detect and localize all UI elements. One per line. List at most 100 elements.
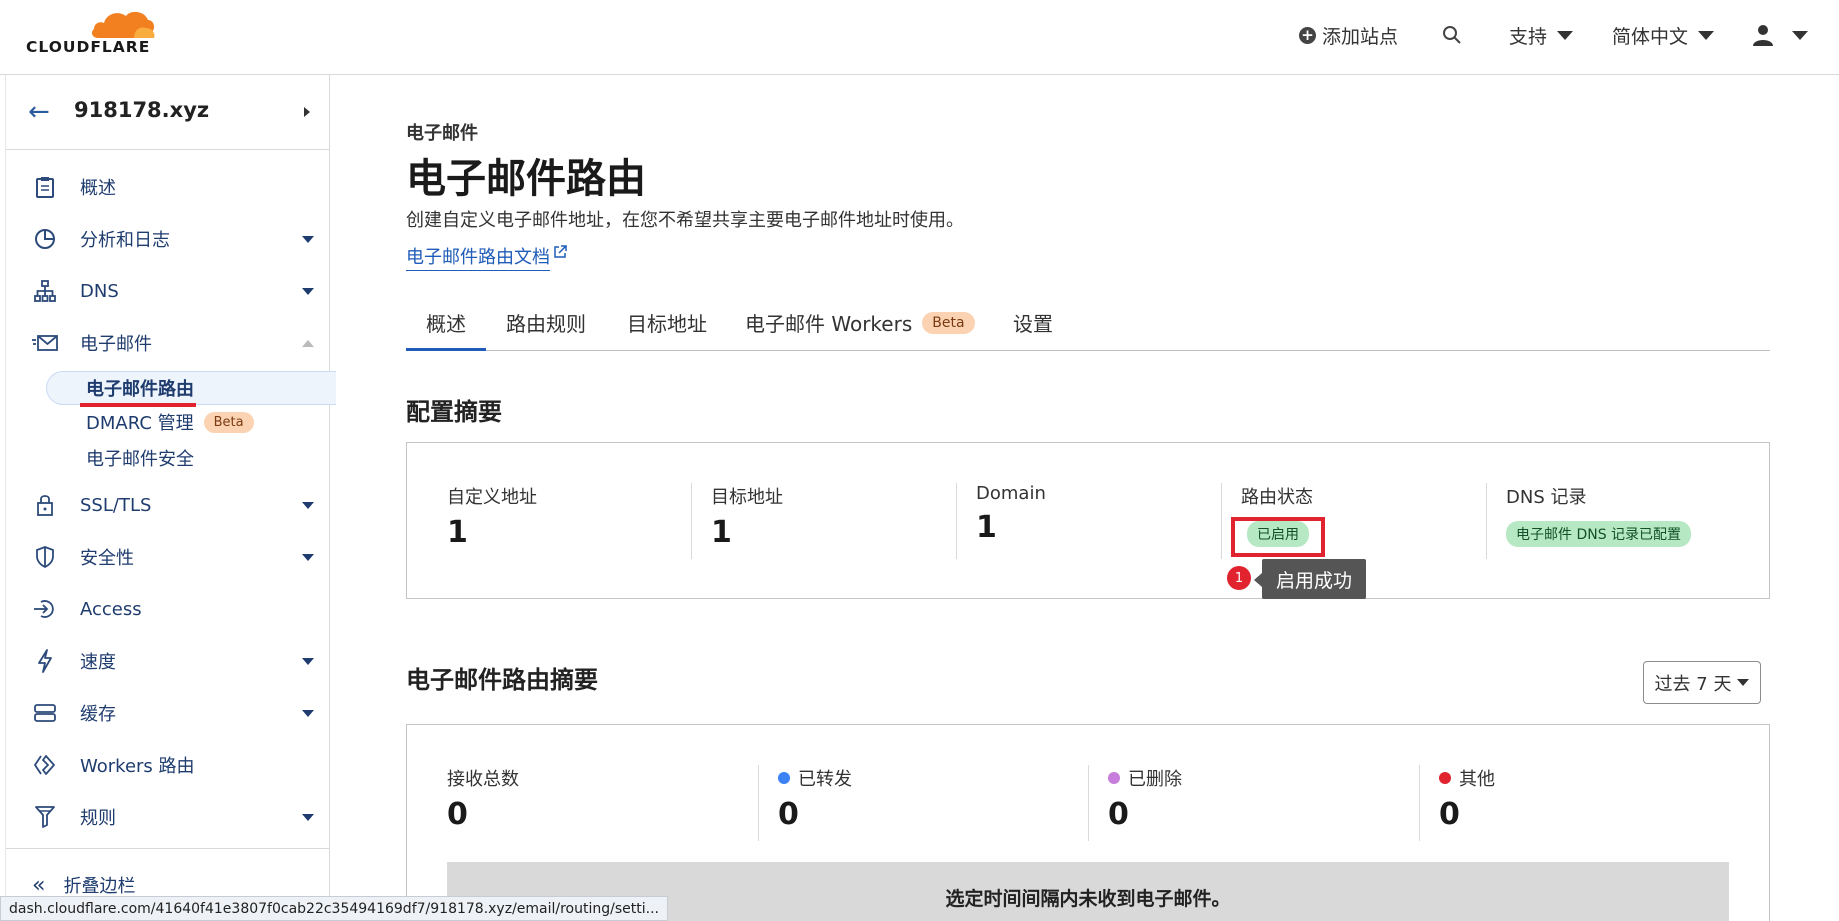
docs-link[interactable]: 电子邮件路由文档 (406, 243, 550, 271)
routing-summary-card: 接收总数 0 已转发 0 已删除 0 其他 0 选定时间间隔内未收到电子邮件。 (406, 724, 1770, 921)
stat-label-text: 已删除 (1128, 769, 1182, 790)
stat-label: 接收总数 (447, 769, 519, 790)
stat-label: 自定义地址 (447, 487, 537, 508)
divider (691, 483, 692, 559)
annotation-highlight-box (1231, 517, 1325, 557)
custom-addresses-stat: 自定义地址 1 (447, 483, 537, 550)
add-site-label: 添加站点 (1322, 25, 1399, 48)
email-icon (32, 330, 58, 356)
sidebar-subitem-label: 电子邮件路由 (86, 379, 194, 400)
stat-value: 0 (1439, 797, 1460, 832)
sidebar-item-rules[interactable]: 规则 (6, 797, 330, 837)
sidebar-item-ssl[interactable]: SSL/TLS (6, 485, 330, 525)
cache-icon (32, 700, 58, 726)
config-summary-card: 自定义地址 1 目标地址 1 Domain 1 路由状态 已启用 DNS 记录 … (406, 442, 1770, 599)
chevron-down-icon (302, 501, 314, 509)
sidebar-item-email[interactable]: 电子邮件 (6, 323, 330, 363)
sidebar-item-security[interactable]: 安全性 (6, 537, 330, 577)
tab-label: 设置 (1013, 312, 1053, 336)
time-range-label: 过去 7 天 (1654, 673, 1732, 695)
tab-settings[interactable]: 设置 (1013, 308, 1053, 337)
user-menu[interactable] (1752, 20, 1808, 50)
language-menu[interactable]: 简体中文 (1612, 20, 1715, 50)
stat-value: 1 (976, 510, 997, 545)
sidebar-subitem-email-routing[interactable]: 电子邮件路由 (86, 375, 194, 401)
stat-label: 其他 (1439, 765, 1495, 791)
sidebar-subitem-dmarc[interactable]: DMARC 管理 Beta (86, 409, 254, 435)
sidebar-item-analytics[interactable]: 分析和日志 (6, 219, 330, 259)
beta-badge: Beta (922, 311, 975, 334)
language-label: 简体中文 (1612, 25, 1689, 48)
zone-selector[interactable]: ← 918178.xyz (6, 75, 330, 150)
chevron-right-icon (304, 107, 310, 117)
cloud-icon (91, 11, 155, 38)
support-label: 支持 (1509, 25, 1548, 48)
back-arrow-icon[interactable]: ← (28, 97, 50, 127)
collapse-sidebar-button[interactable]: « 折叠边栏 (32, 872, 135, 898)
user-icon (1753, 25, 1773, 46)
chevron-down-icon (302, 553, 314, 561)
sidebar-subitem-label: DMARC 管理 (86, 413, 194, 434)
tab-overview[interactable]: 概述 (426, 308, 466, 337)
domain-stat: Domain 1 (976, 483, 1046, 545)
clipboard-icon (32, 174, 58, 200)
add-site-button[interactable]: + 添加站点 (1299, 20, 1398, 50)
beta-badge: Beta (203, 411, 254, 433)
active-tab-indicator (406, 348, 486, 351)
divider (956, 483, 957, 559)
rules-icon (32, 804, 58, 830)
sidebar-item-access[interactable]: Access (6, 589, 330, 629)
breadcrumb: 电子邮件 (406, 123, 478, 144)
divider (1419, 765, 1420, 841)
divider (758, 765, 759, 841)
cloudflare-logo[interactable]: CLOUDFLARE (26, 8, 162, 62)
chevron-down-icon (1737, 679, 1750, 686)
sidebar-item-dns[interactable]: DNS (6, 271, 330, 311)
sidebar-item-label: 电子邮件 (80, 334, 152, 355)
sidebar-item-overview[interactable]: 概述 (6, 167, 330, 207)
chevron-down-icon (302, 657, 314, 665)
stat-value: 1 (447, 515, 468, 550)
divider (1221, 483, 1222, 559)
tab-routing-rules[interactable]: 路由规则 (506, 308, 586, 337)
logo-text: CLOUDFLARE (26, 38, 151, 56)
legend-dot (778, 772, 790, 784)
sidebar-item-speed[interactable]: 速度 (6, 641, 330, 681)
analytics-icon (32, 226, 58, 252)
tab-label: 目标地址 (627, 312, 707, 336)
sidebar-subitem-email-security[interactable]: 电子邮件安全 (86, 445, 194, 471)
stat-label: 路由状态 (1241, 487, 1313, 508)
stat-label-text: 已转发 (798, 769, 852, 790)
tab-destination-addresses[interactable]: 目标地址 (627, 308, 707, 337)
browser-status-bar: dash.cloudflare.com/41640f41e3807f0cab22… (0, 896, 668, 921)
time-range-select[interactable]: 过去 7 天 (1643, 661, 1761, 704)
deleted-stat: 已删除 0 (1108, 765, 1182, 832)
stat-value: 0 (447, 797, 468, 832)
tab-bar: 概述 路由规则 目标地址 电子邮件 Workers Beta 设置 (406, 300, 1770, 351)
divider (1088, 765, 1089, 841)
external-link-icon[interactable] (553, 245, 567, 263)
workers-icon (32, 752, 58, 778)
sidebar-item-cache[interactable]: 缓存 (6, 693, 330, 733)
double-chevron-left-icon: « (32, 872, 46, 898)
lightning-icon (32, 648, 58, 674)
stat-value: 0 (778, 797, 799, 832)
config-summary-title: 配置摘要 (406, 398, 502, 426)
chevron-down-icon (1792, 30, 1808, 40)
chevron-down-icon (302, 287, 314, 295)
stat-value: 1 (711, 515, 732, 550)
support-menu[interactable]: 支持 (1509, 20, 1574, 50)
lock-icon (32, 492, 58, 518)
annotation-underline (80, 403, 196, 407)
tab-email-workers[interactable]: 电子邮件 Workers Beta (745, 308, 975, 337)
stat-label: Domain (976, 483, 1046, 504)
dns-records-stat: DNS 记录 电子邮件 DNS 记录已配置 (1506, 483, 1692, 547)
stat-value: 0 (1108, 797, 1129, 832)
sidebar-item-label: Workers 路由 (80, 756, 195, 777)
search-button[interactable] (1442, 20, 1462, 50)
search-icon (1443, 26, 1461, 44)
sidebar-item-workers-routes[interactable]: Workers 路由 (6, 745, 330, 785)
page-title: 电子邮件路由 (406, 156, 646, 202)
zone-name: 918178.xyz (74, 98, 210, 122)
sidebar-item-label: 安全性 (80, 548, 134, 569)
